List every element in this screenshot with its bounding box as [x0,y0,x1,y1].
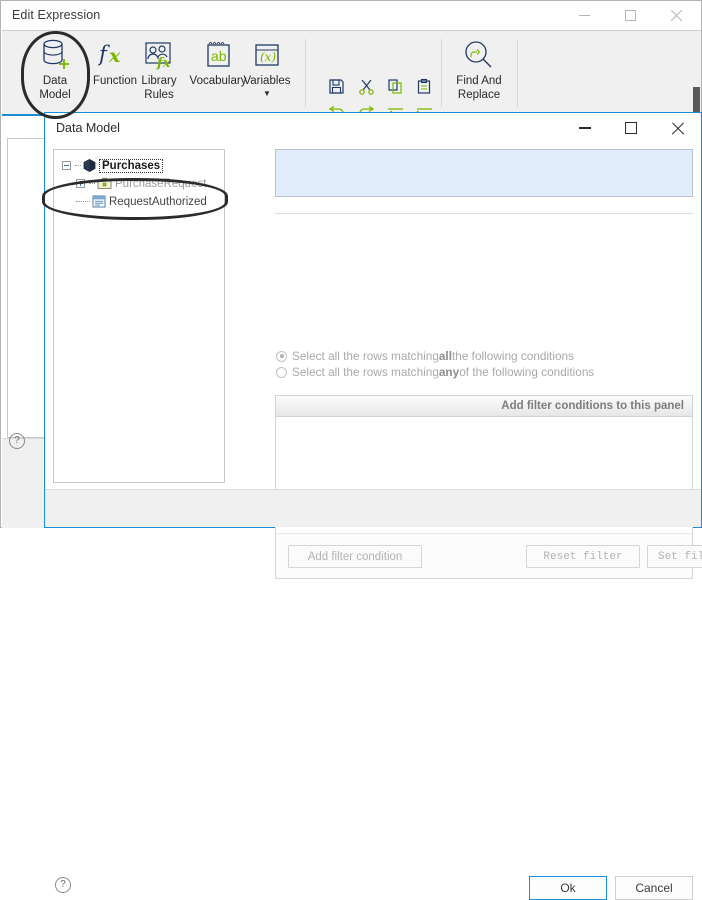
expression-editor-panel[interactable] [7,138,47,438]
svg-text:x: x [108,45,121,67]
ribbon-label-line1: Variables [243,75,291,87]
chevron-down-icon[interactable]: ▼ [238,89,296,98]
radio-match-all[interactable]: Select all the rows matching all the fol… [276,349,574,363]
ribbon-label-line2: Rules [144,88,174,101]
radio-any-emphasis: any [438,365,460,379]
svg-text:(x): (x) [260,50,276,64]
copy-icon[interactable] [383,75,407,97]
window-title: Edit Expression [12,8,101,22]
ribbon-label-line1: Data [42,75,68,87]
ribbon-separator-3 [517,39,518,107]
radio-all-text-before: Select all the rows matching [292,349,439,363]
radio-button-icon[interactable] [276,350,287,362]
filter-conditions-panel: Add filter conditions to this panel Add … [275,395,702,579]
set-filter-button[interactable]: Set filter [647,545,702,568]
ribbon-label-line2: Model [39,88,71,101]
tree-connector [76,200,90,203]
dialog-title: Data Model [56,121,120,135]
help-button-background[interactable]: ? [9,433,26,450]
variables-x-icon: (x) [238,35,296,75]
expand-expander-icon[interactable] [76,179,85,188]
ok-button[interactable]: Ok [529,876,607,900]
tree-node-purchase-request[interactable]: PurchaseRequest [76,175,224,192]
tree-connector [75,164,81,167]
radio-any-text-before: Select all the rows matching [292,365,439,379]
add-filter-condition-button[interactable]: Add filter condition [288,545,422,568]
minimize-button[interactable] [561,1,607,30]
filter-panel-header-text: Add filter conditions to this panel [501,400,684,412]
ribbon-label-line1: Library [141,75,177,87]
svg-text:ab: ab [211,48,227,64]
ribbon-separator [305,39,306,107]
ribbon-library-rules-button[interactable]: fx Library Rules [130,35,188,102]
find-replace-label-line2: Replace [457,88,501,101]
close-icon [670,10,682,22]
tree-node-purchases[interactable]: Purchases [62,157,224,174]
minimize-icon [578,15,590,16]
tree-node-label: Purchases [99,158,164,173]
close-button[interactable] [653,1,699,30]
ribbon-separator-2 [441,39,442,107]
radio-any-text-after: of the following conditions [459,365,595,379]
data-model-dialog: Data Model Purchases PurchaseRequest Req… [44,112,702,900]
edit-expression-titlebar[interactable]: Edit Expression [1,1,701,30]
filter-panel-header: Add filter conditions to this panel [276,396,692,417]
radio-all-text-after: the following conditions [452,349,574,363]
library-rules-icon: fx [130,35,188,75]
data-model-tree[interactable]: Purchases PurchaseRequest RequestAuthori… [53,149,225,483]
maximize-icon [625,122,637,134]
ribbon-find-replace-button[interactable]: Find And Replace [446,35,512,102]
ribbon-data-model-button[interactable]: Data Model [26,35,84,102]
ribbon-toolbar: Data Model f x Function fx Library Rules… [2,30,701,120]
svg-text:fx: fx [156,56,171,70]
maximize-button[interactable] [607,1,653,30]
tree-connector [89,182,95,185]
find-replace-icon [446,35,512,75]
find-replace-label-line1: Find And [456,75,502,87]
question-mark-icon: ? [55,877,71,893]
tree-node-label: RequestAuthorized [109,195,207,208]
dialog-close-button[interactable] [654,113,700,143]
save-icon[interactable] [324,75,348,97]
minimize-icon [579,127,591,129]
dialog-maximize-button[interactable] [608,113,654,143]
cancel-button[interactable]: Cancel [615,876,693,900]
dialog-minimize-button[interactable] [562,113,608,143]
selected-entity-preview-box[interactable] [275,149,693,197]
ribbon-variables-button[interactable]: (x) Variables ▼ [238,35,296,98]
maximize-icon [624,10,636,21]
reset-filter-button[interactable]: Reset filter [526,545,640,568]
collapse-expander-icon[interactable] [62,161,71,170]
radio-button-icon[interactable] [276,366,287,378]
document-icon [92,195,106,208]
section-divider [275,213,693,214]
cube-icon [83,159,96,172]
help-button-dialog[interactable]: ? [55,877,72,894]
briefcase-icon [97,177,112,190]
cut-icon[interactable] [354,75,378,97]
paste-icon[interactable] [412,75,436,97]
radio-match-any[interactable]: Select all the rows matching any of the … [276,365,594,379]
data-model-titlebar[interactable]: Data Model [45,113,701,144]
close-icon [671,122,684,135]
database-add-icon [26,35,84,75]
question-mark-icon: ? [9,433,25,449]
filter-panel-footer: Add filter condition Reset filter Set fi… [276,533,702,578]
tree-node-label: PurchaseRequest [115,177,207,190]
radio-all-emphasis: all [438,349,452,363]
tree-node-request-authorized[interactable]: RequestAuthorized [76,193,224,210]
dialog-footer: ? Ok Cancel [45,490,701,900]
